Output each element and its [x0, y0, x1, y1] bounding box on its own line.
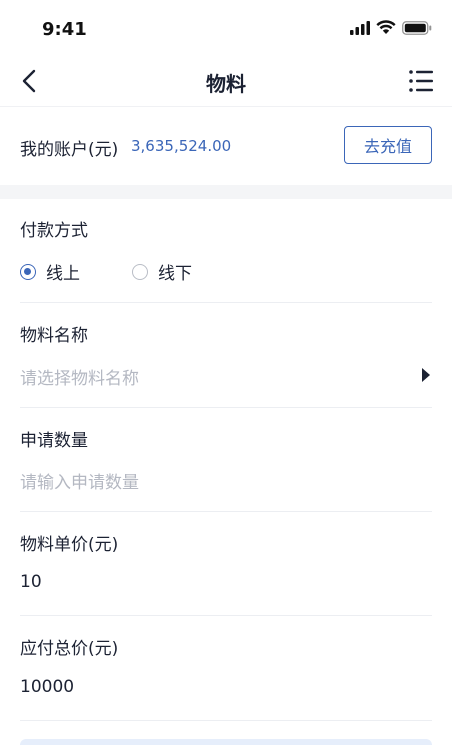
- account-label: 我的账户(元): [20, 140, 119, 160]
- list-menu-icon[interactable]: [408, 68, 434, 94]
- material-name-label: 物料名称: [20, 326, 88, 346]
- status-icons: [350, 20, 432, 35]
- radio-checked-icon: [20, 263, 36, 280]
- material-name-select[interactable]: 请选择物料名称: [20, 364, 139, 389]
- total-price-label: 应付总价(元): [20, 639, 119, 659]
- payment-method-field: 付款方式 线上 线下: [20, 199, 432, 303]
- quantity-input[interactable]: 请输入申请数量: [20, 468, 139, 493]
- total-price-value: 10000: [20, 677, 75, 697]
- battery-icon: [402, 20, 432, 35]
- status-bar: 9:41: [0, 0, 452, 56]
- recharge-button[interactable]: 去充值: [344, 126, 432, 164]
- page-title: 物料: [206, 72, 246, 96]
- payment-option-online[interactable]: 线上: [20, 259, 80, 284]
- payment-option-online-label: 线上: [46, 264, 80, 284]
- submit-button-edge[interactable]: [20, 739, 432, 745]
- total-price-field: 应付总价(元) 10000: [20, 615, 432, 721]
- radio-unchecked-icon: [132, 263, 148, 280]
- section-divider: [0, 185, 452, 199]
- caret-right-icon[interactable]: [421, 368, 430, 382]
- material-name-field[interactable]: 物料名称 请选择物料名称: [20, 302, 432, 408]
- payment-option-offline-label: 线下: [158, 264, 192, 284]
- cellular-signal-icon: [350, 20, 370, 35]
- quantity-field: 申请数量 请输入申请数量: [20, 407, 432, 512]
- unit-price-field: 物料单价(元) 10: [20, 511, 432, 616]
- nav-bar: 物料: [0, 56, 452, 107]
- quantity-label: 申请数量: [20, 431, 88, 451]
- status-time: 9:41: [42, 19, 87, 40]
- payment-option-offline[interactable]: 线下: [132, 259, 192, 284]
- unit-price-label: 物料单价(元): [20, 535, 119, 555]
- payment-method-label: 付款方式: [20, 221, 88, 241]
- unit-price-value: 10: [20, 572, 42, 592]
- account-balance: 3,635,524.00: [131, 137, 232, 155]
- account-section: 我的账户(元) 3,635,524.00 去充值: [0, 107, 452, 185]
- wifi-icon: [376, 20, 396, 34]
